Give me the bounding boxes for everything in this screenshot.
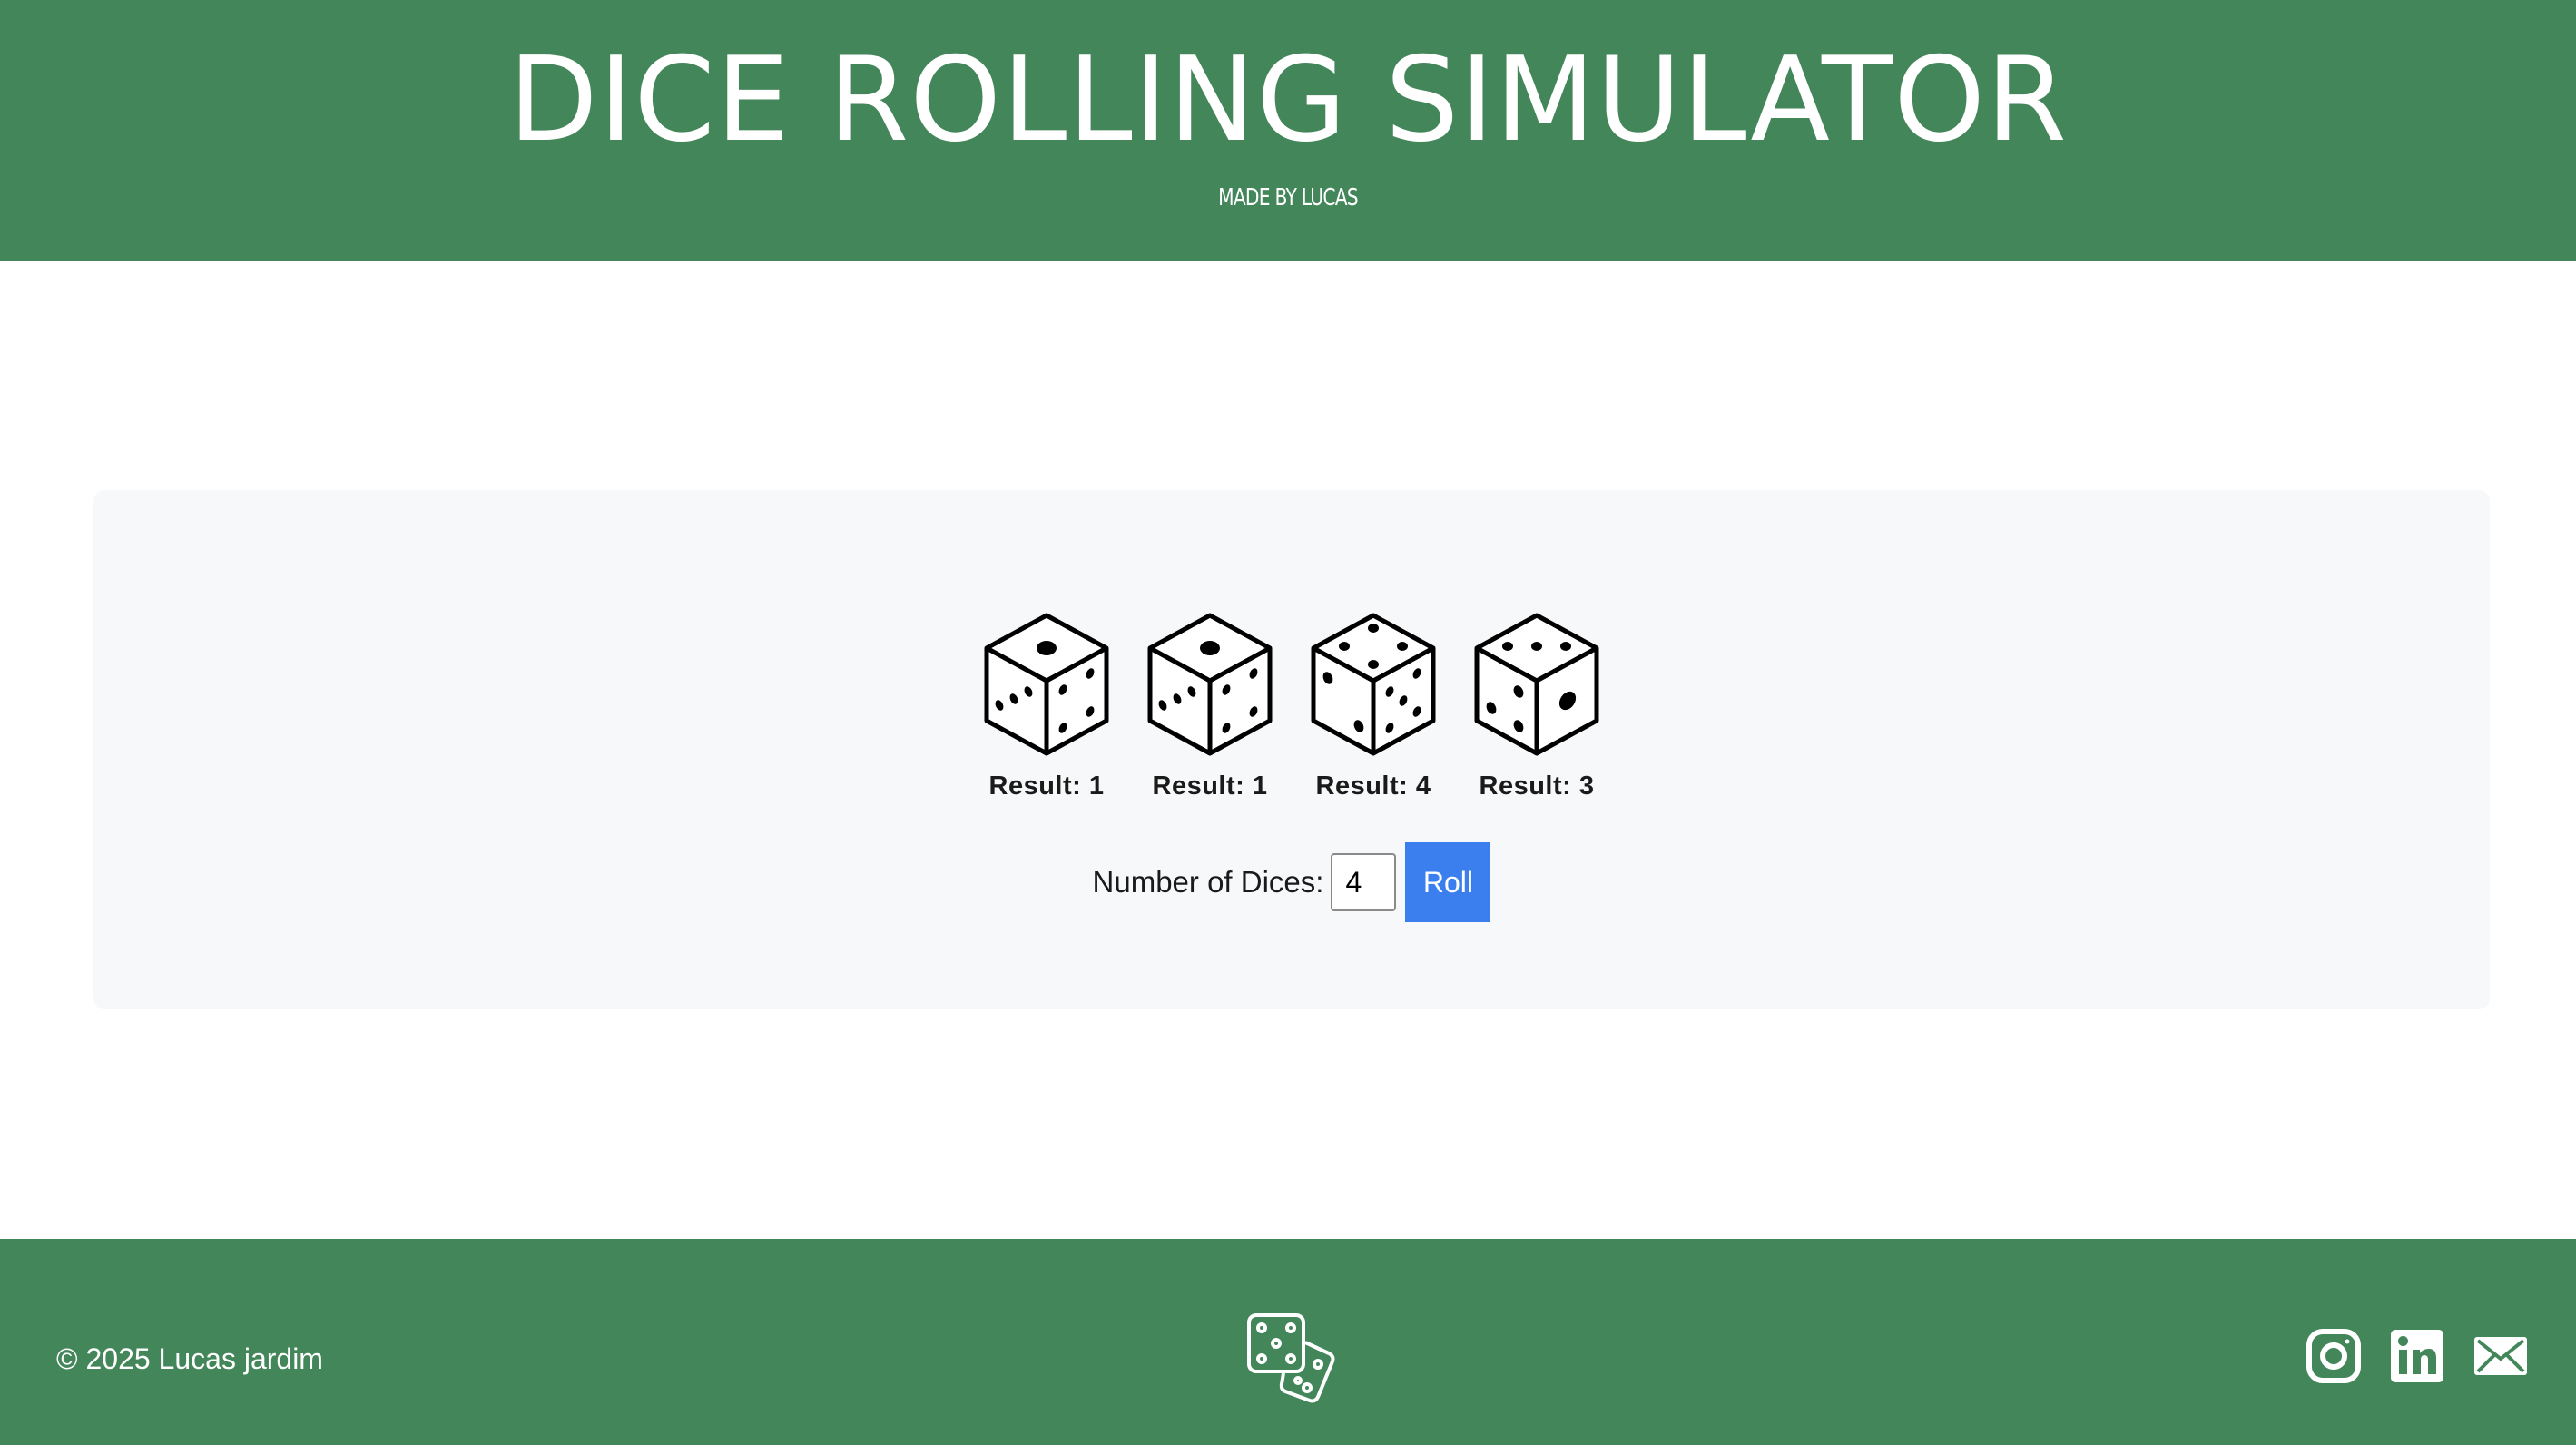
roll-controls: Number of Dices: Roll (93, 842, 2490, 922)
die-icon (1311, 613, 1436, 756)
dice-logo-icon (1247, 1313, 1335, 1403)
dice-count-label: Number of Dices: (1092, 865, 1324, 899)
die-result: Result: 3 (1479, 772, 1595, 801)
roll-button[interactable]: Roll (1405, 842, 1491, 922)
die-icon (984, 613, 1109, 756)
linkedin-link[interactable] (2389, 1328, 2445, 1384)
page-title: DICE ROLLING SIMULATOR (508, 33, 2068, 168)
die-2: Result: 1 (1128, 610, 1292, 801)
instagram-link[interactable] (2306, 1328, 2362, 1384)
page-subtitle: MADE BY LUCAS (1218, 184, 1359, 211)
dice-count-input[interactable] (1331, 853, 1397, 911)
dice-panel: Result: 1 Result: 1 Result: 4 Result: 3 … (93, 490, 2490, 1009)
die-4: Result: 3 (1455, 610, 1618, 801)
mail-link[interactable] (2473, 1328, 2529, 1384)
die-1: Result: 1 (965, 610, 1128, 801)
linkedin-icon (2391, 1330, 2443, 1382)
die-result: Result: 1 (988, 772, 1105, 801)
site-header: DICE ROLLING SIMULATOR MADE BY LUCAS (0, 0, 2576, 261)
mail-icon (2474, 1337, 2527, 1375)
die-result: Result: 4 (1315, 772, 1431, 801)
die-icon (1474, 613, 1599, 756)
dice-row: Result: 1 Result: 1 Result: 4 Result: 3 (93, 610, 2490, 801)
social-links (2306, 1328, 2529, 1384)
copyright-text: © 2025 Lucas jardim (56, 1342, 323, 1375)
site-footer: © 2025 Lucas jardim (0, 1239, 2576, 1445)
die-3: Result: 4 (1292, 610, 1455, 801)
die-result: Result: 1 (1152, 772, 1268, 801)
instagram-icon (2306, 1329, 2361, 1383)
die-icon (1147, 613, 1273, 756)
